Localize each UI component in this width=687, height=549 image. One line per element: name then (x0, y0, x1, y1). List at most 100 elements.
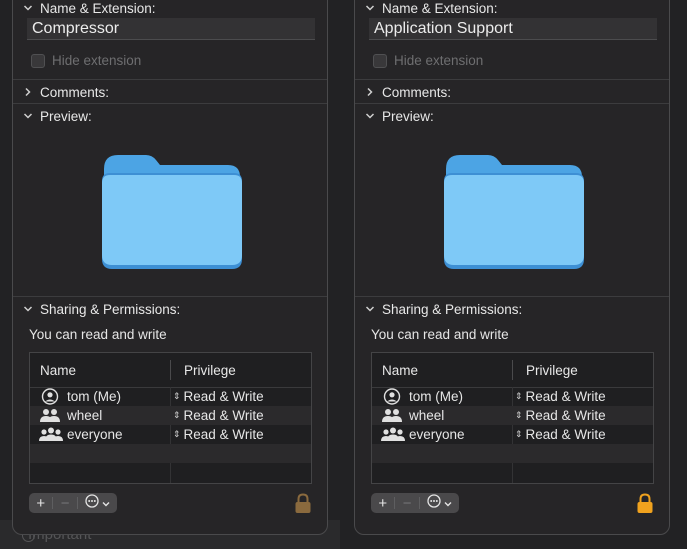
hide-extension-checkbox[interactable]: Hide extension (373, 53, 483, 68)
privilege-value: Read & Write (183, 427, 264, 442)
updown-arrows-icon: ⇕ (173, 410, 181, 420)
table-header: Name Privilege (30, 353, 311, 388)
divider (13, 103, 327, 104)
updown-arrows-icon: ⇕ (173, 429, 181, 439)
user-name: wheel (67, 408, 103, 423)
checkbox-icon (31, 53, 45, 68)
table-row-empty (372, 444, 653, 463)
permissions-table: Name Privilege tom (Me) ⇕ Read & Write wh… (371, 352, 654, 484)
action-menu-button[interactable] (420, 493, 459, 513)
comments-label: Comments: (382, 84, 452, 100)
chevron-down-icon (23, 304, 33, 314)
divider (13, 79, 327, 80)
table-row[interactable]: everyone ⇕ Read & Write (30, 425, 311, 444)
comments-label: Comments: (40, 84, 110, 100)
preview-header[interactable]: Preview: (365, 107, 434, 125)
privilege-value: Read & Write (183, 389, 264, 404)
user-name: everyone (409, 427, 465, 442)
group-icon (39, 407, 61, 424)
user-name: tom (Me) (409, 389, 463, 404)
privilege-popup[interactable]: ⇕ Read & Write (515, 389, 606, 404)
filename-field[interactable]: Application Support (369, 18, 657, 40)
name-extension-header[interactable]: Name & Extension: (23, 0, 156, 17)
permissions-toolbar: + − (29, 493, 117, 513)
divider (355, 296, 669, 297)
privilege-popup[interactable]: ⇕ Read & Write (515, 408, 606, 423)
hide-extension-label: Hide extension (394, 53, 484, 68)
column-name-header[interactable]: Name (40, 363, 76, 378)
privilege-popup[interactable]: ⇕ Read & Write (515, 427, 606, 442)
comments-header[interactable]: Comments: (23, 83, 109, 101)
column-privilege-header[interactable]: Privilege (184, 363, 236, 378)
table-header: Name Privilege (372, 353, 653, 388)
preview-label: Preview: (382, 108, 434, 124)
user-name: everyone (67, 427, 123, 442)
checkbox-icon (373, 53, 387, 68)
chevron-down-icon (365, 304, 375, 314)
remove-button[interactable]: − (53, 493, 76, 513)
privilege-popup[interactable]: ⇕ Read & Write (173, 389, 264, 404)
sharing-label: Sharing & Permissions: (40, 301, 181, 317)
column-privilege-header[interactable]: Privilege (526, 363, 578, 378)
everyone-icon (39, 426, 63, 443)
chevron-down-icon (23, 3, 33, 13)
preview-header[interactable]: Preview: (23, 107, 92, 125)
privilege-value: Read & Write (525, 408, 606, 423)
name-extension-label: Name & Extension: (382, 0, 498, 16)
chevron-down-icon (23, 111, 33, 121)
updown-arrows-icon: ⇕ (515, 410, 523, 420)
info-panel-compressor: Name & Extension: Compressor Hide extens… (12, 0, 328, 535)
updown-arrows-icon: ⇕ (515, 391, 523, 401)
ellipsis-circle-icon (85, 494, 99, 512)
divider (355, 103, 669, 104)
name-extension-label: Name & Extension: (40, 0, 156, 16)
remove-button[interactable]: − (395, 493, 418, 513)
add-button[interactable]: + (371, 493, 394, 513)
folder-icon (442, 151, 586, 276)
table-row[interactable]: wheel ⇕ Read & Write (372, 406, 653, 425)
privilege-value: Read & Write (525, 427, 606, 442)
add-button[interactable]: + (29, 493, 52, 513)
filename-field[interactable]: Compressor (27, 18, 315, 40)
column-divider (170, 360, 171, 380)
comments-header[interactable]: Comments: (365, 83, 451, 101)
column-name-header[interactable]: Name (382, 363, 418, 378)
user-icon (381, 388, 403, 405)
updown-arrows-icon: ⇕ (173, 391, 181, 401)
chevron-right-icon (365, 87, 375, 97)
user-name: tom (Me) (67, 389, 121, 404)
action-menu-button[interactable] (78, 493, 117, 513)
privilege-popup[interactable]: ⇕ Read & Write (173, 427, 264, 442)
chevron-down-icon (102, 495, 110, 512)
hide-extension-label: Hide extension (52, 53, 142, 68)
user-icon (39, 388, 61, 405)
privilege-value: Read & Write (525, 389, 606, 404)
permission-status: You can read and write (371, 327, 509, 342)
user-name: wheel (409, 408, 445, 423)
sharing-label: Sharing & Permissions: (382, 301, 523, 317)
hide-extension-checkbox[interactable]: Hide extension (31, 53, 141, 68)
lock-icon[interactable] (636, 493, 654, 514)
privilege-value: Read & Write (183, 408, 264, 423)
sharing-permissions-header[interactable]: Sharing & Permissions: (365, 300, 522, 318)
preview-label: Preview: (40, 108, 92, 124)
table-row-empty (30, 444, 311, 463)
sharing-permissions-header[interactable]: Sharing & Permissions: (23, 300, 180, 318)
group-icon (381, 407, 403, 424)
table-row[interactable]: everyone ⇕ Read & Write (372, 425, 653, 444)
lock-icon[interactable] (294, 493, 312, 514)
table-row[interactable]: tom (Me) ⇕ Read & Write (372, 387, 653, 406)
name-extension-header[interactable]: Name & Extension: (365, 0, 498, 17)
privilege-popup[interactable]: ⇕ Read & Write (173, 408, 264, 423)
ellipsis-circle-icon (427, 494, 441, 512)
divider (13, 296, 327, 297)
permissions-table: Name Privilege tom (Me) ⇕ Read & Write wh… (29, 352, 312, 484)
column-divider (512, 360, 513, 380)
permissions-toolbar: + − (371, 493, 459, 513)
folder-icon (100, 151, 244, 276)
table-row[interactable]: tom (Me) ⇕ Read & Write (30, 387, 311, 406)
chevron-down-icon (444, 495, 452, 512)
table-row[interactable]: wheel ⇕ Read & Write (30, 406, 311, 425)
everyone-icon (381, 426, 405, 443)
updown-arrows-icon: ⇕ (515, 429, 523, 439)
